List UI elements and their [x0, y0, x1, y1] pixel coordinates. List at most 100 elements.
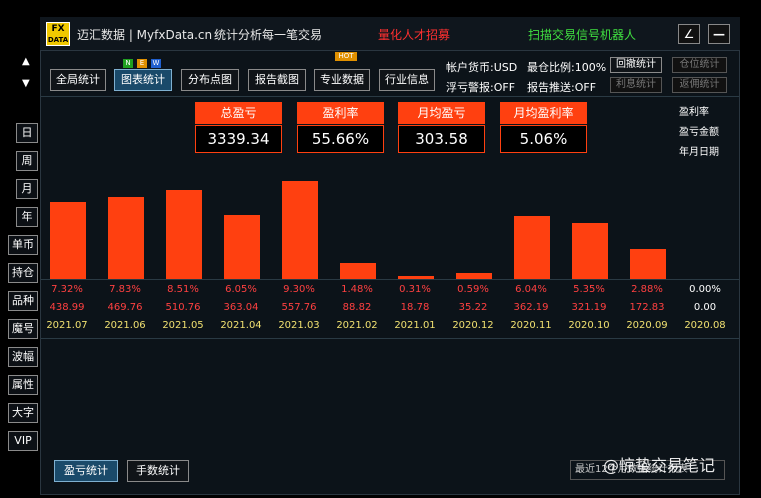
amount-label-2020.08: 0.00 [693, 302, 717, 313]
date-label-2020.09: 2020.09 [626, 320, 668, 331]
date-label-2020.11: 2020.11 [510, 320, 552, 331]
profit-rate-label: 盈利率 [297, 102, 384, 124]
tab-report-screenshot[interactable]: 报告截图 [248, 69, 306, 91]
header-divider [41, 96, 739, 97]
lot-stats-button[interactable]: 手数统计 [127, 460, 189, 482]
percent-label-2021.05: 8.51% [167, 284, 199, 295]
side-holding-button[interactable]: 持仓 [8, 263, 38, 283]
chart-bottom-divider [41, 338, 739, 339]
total-pnl-value: 3339.34 [195, 125, 282, 153]
date-label-2021.01: 2021.01 [394, 320, 436, 331]
percent-label-2021.02: 1.48% [341, 284, 373, 295]
monthly-avg-pnl-label: 月均盈亏 [398, 102, 485, 124]
legend-profit-rate: 盈利率 [679, 107, 709, 118]
date-label-2021.04: 2021.04 [220, 320, 262, 331]
minimize-button[interactable]: — [708, 24, 730, 44]
date-label-2021.02: 2021.02 [336, 320, 378, 331]
side-range-button[interactable]: 波幅 [8, 347, 38, 367]
amount-label-2020.12: 35.22 [458, 302, 488, 313]
bar-2020.11 [514, 216, 550, 279]
tab-pro-data[interactable]: 专业数据 [314, 69, 370, 91]
bar-2021.03 [282, 181, 318, 279]
interest-stats-button[interactable]: 利息统计 [610, 77, 662, 93]
side-symbol-button[interactable]: 品种 [8, 291, 38, 311]
new-badge-e: E [137, 59, 147, 68]
side-vip-button[interactable]: VIP [8, 431, 38, 451]
float-loss-alert: 浮亏警报:OFF [446, 81, 516, 94]
amount-label-2021.06: 469.76 [107, 302, 143, 313]
max-position-ratio: 最仓比例:100% [527, 61, 607, 74]
tab-distribution[interactable]: 分布点图 [181, 69, 239, 91]
signal-robot-link[interactable]: 扫描交易信号机器人 [528, 26, 636, 43]
chart-baseline [41, 279, 739, 280]
amount-label-2021.04: 363.04 [223, 302, 259, 313]
date-label-2020.12: 2020.12 [452, 320, 494, 331]
date-label-2021.05: 2021.05 [162, 320, 204, 331]
app-subtitle: 统计分析每一笔交易 [214, 28, 323, 42]
date-label-2021.03: 2021.03 [278, 320, 320, 331]
rebate-stats-button[interactable]: 返佣统计 [672, 77, 727, 93]
monthly-avg-rate-label: 月均盈利率 [500, 102, 587, 124]
side-year-button[interactable]: 年 [16, 207, 38, 227]
monthly-avg-rate-value: 5.06% [500, 125, 587, 153]
amount-label-2021.03: 557.76 [281, 302, 317, 313]
date-label-2021.06: 2021.06 [104, 320, 146, 331]
amount-label-2021.07: 438.99 [49, 302, 85, 313]
amount-label-2021.05: 510.76 [165, 302, 201, 313]
profit-rate-value: 55.66% [297, 125, 384, 153]
monthly-avg-pnl-value: 303.58 [398, 125, 485, 153]
tab-industry-info[interactable]: 行业信息 [379, 69, 435, 91]
percent-label-2020.08: 0.00% [689, 284, 721, 295]
recruit-link[interactable]: 量化人才招募 [378, 26, 450, 43]
amount-label-2020.10: 321.19 [571, 302, 607, 313]
side-magic-button[interactable]: 魔号 [8, 319, 38, 339]
amount-label-2021.02: 88.82 [342, 302, 372, 313]
percent-label-2020.12: 0.59% [457, 284, 489, 295]
side-month-button[interactable]: 月 [16, 179, 38, 199]
scroll-up-icon[interactable]: ▲ [22, 56, 30, 67]
logo-text-top: FX [51, 24, 65, 34]
bar-2020.10 [572, 223, 608, 279]
side-day-button[interactable]: 日 [16, 123, 38, 143]
percent-label-2020.09: 2.88% [631, 284, 663, 295]
bar-2021.07 [50, 202, 86, 279]
bar-2021.05 [166, 190, 202, 279]
drawdown-stats-button[interactable]: 回撤统计 [610, 57, 662, 73]
side-bigfont-button[interactable]: 大字 [8, 403, 38, 423]
report-push: 报告推送:OFF [527, 81, 597, 94]
edit-icon[interactable]: ∠ [678, 24, 700, 44]
total-pnl-label: 总盈亏 [195, 102, 282, 124]
watermark-text: @惊蛰交易笔记 [603, 456, 716, 475]
bar-2021.02 [340, 263, 376, 279]
account-currency: 帐户货币:USD [446, 61, 518, 74]
monthly-pnl-chart: 7.32% 438.99 2021.07 7.83% 469.76 2021.06 8.51… [41, 160, 739, 340]
percent-label-2021.07: 7.32% [51, 284, 83, 295]
amount-label-2020.11: 362.19 [513, 302, 549, 313]
amount-label-2021.01: 18.78 [400, 302, 430, 313]
scroll-down-icon[interactable]: ▼ [22, 78, 30, 89]
side-attribute-button[interactable]: 属性 [8, 375, 38, 395]
date-label-2021.07: 2021.07 [46, 320, 88, 331]
bar-2021.04 [224, 215, 260, 279]
brand-title: 迈汇数据 | MyfxData.cn [77, 28, 213, 42]
percent-label-2021.03: 9.30% [283, 284, 315, 295]
percent-label-2021.01: 0.31% [399, 284, 431, 295]
new-badge-n: N [123, 59, 133, 68]
date-label-2020.08: 2020.08 [684, 320, 726, 331]
position-stats-button[interactable]: 仓位统计 [672, 57, 727, 73]
amount-label-2020.09: 172.83 [629, 302, 665, 313]
bar-2021.06 [108, 197, 144, 279]
percent-label-2021.04: 6.05% [225, 284, 257, 295]
side-single-currency-button[interactable]: 单币 [8, 235, 38, 255]
percent-label-2020.10: 5.35% [573, 284, 605, 295]
pnl-stats-button[interactable]: 盈亏统计 [54, 460, 118, 482]
percent-label-2020.11: 6.04% [515, 284, 547, 295]
tab-chart-stats[interactable]: 图表统计 [114, 69, 172, 91]
tab-global-stats[interactable]: 全局统计 [50, 69, 106, 91]
side-week-button[interactable]: 周 [16, 151, 38, 171]
new-badge-w: W [151, 59, 161, 68]
percent-label-2021.06: 7.83% [109, 284, 141, 295]
hot-badge: HOT [335, 52, 357, 61]
legend-date: 年月日期 [679, 147, 719, 158]
logo-text-bottom: DATA [47, 36, 69, 44]
